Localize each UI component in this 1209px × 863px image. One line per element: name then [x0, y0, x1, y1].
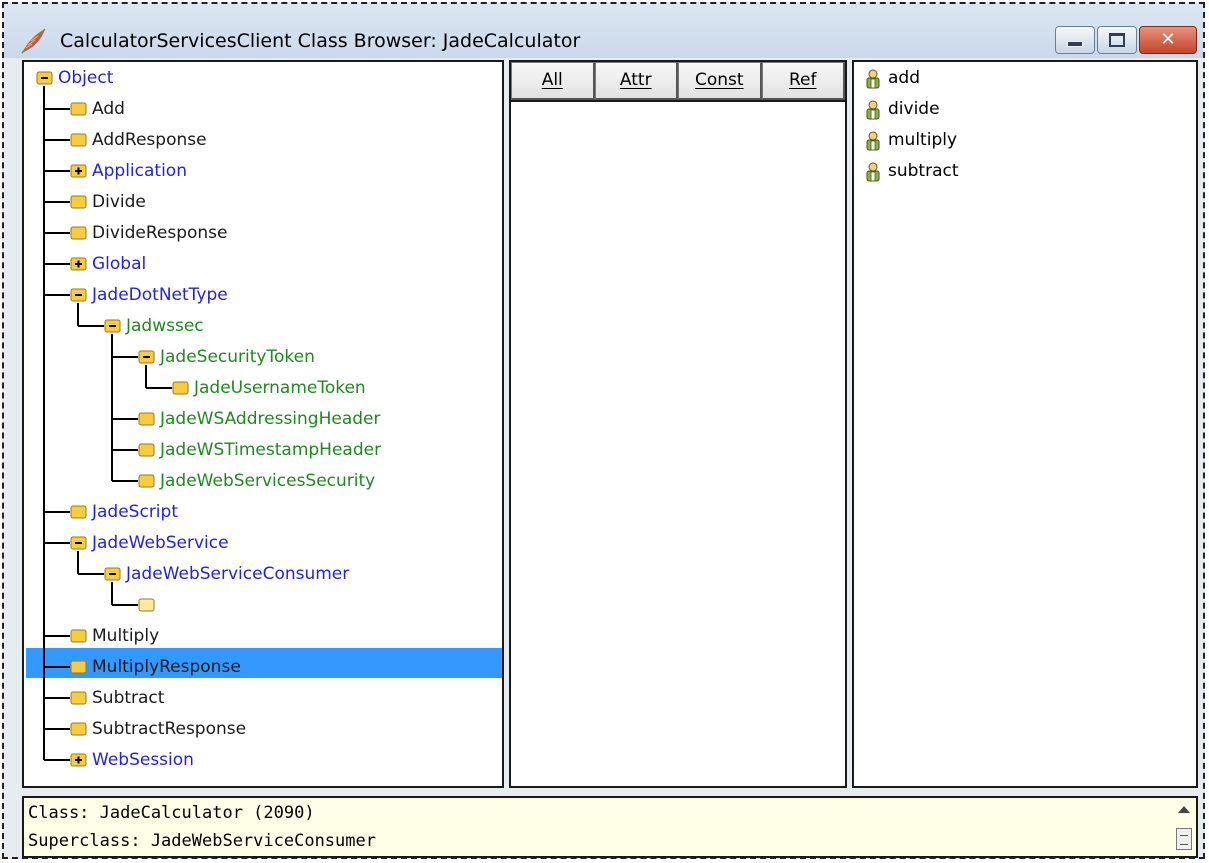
title-bar[interactable]: CalculatorServicesClient Class Browser: … [4, 4, 1203, 58]
tree-node-label: Global [92, 254, 147, 274]
class-browser-window: CalculatorServicesClient Class Browser: … [2, 2, 1205, 859]
method-item[interactable]: multiply [864, 125, 957, 156]
method-item[interactable]: divide [864, 94, 940, 125]
class-folder-icon [70, 660, 87, 674]
tree-node-label: Multiply [92, 626, 160, 646]
feature-list[interactable] [511, 100, 845, 786]
expand-plus-icon[interactable] [70, 753, 87, 767]
collapse-minus-icon[interactable] [104, 567, 121, 581]
class-folder-icon [70, 722, 87, 736]
tree-node-label: Add [92, 99, 125, 119]
feather-icon [21, 28, 46, 54]
tree-node-label: Application [92, 161, 187, 181]
method-person-icon [866, 69, 880, 88]
tree-node-label: JadeSecurityToken [160, 347, 315, 367]
feature-tabs: All Attr Const Ref [511, 62, 845, 100]
tree-node-label: JadeDotNetType [92, 285, 228, 305]
collapse-minus-icon[interactable] [104, 319, 121, 333]
expand-plus-icon[interactable] [70, 257, 87, 271]
collapse-minus-icon[interactable] [70, 536, 87, 550]
tree-node-label: Jadwssec [126, 316, 204, 336]
class-folder-icon [70, 226, 87, 240]
close-icon: ✕ [1160, 29, 1176, 50]
class-info-line: Class: JadeCalculator (2090) [28, 803, 315, 823]
method-person-icon [866, 131, 880, 150]
tree-node-label: JadeWSTimestampHeader [160, 440, 382, 460]
class-folder-icon [70, 691, 87, 705]
expand-plus-icon[interactable] [70, 164, 87, 178]
tree-node-label: WebSession [92, 750, 194, 770]
class-info-panel: Class: JadeCalculator (2090) Superclass:… [22, 796, 1198, 858]
tree-node-label: JadeCalculator [160, 595, 284, 615]
info-scrollbar[interactable] [1174, 798, 1196, 856]
class-folder-icon [70, 629, 87, 643]
tree-node-label: SubtractResponse [92, 719, 247, 739]
tree-node-label: JadeScript [92, 502, 178, 522]
tab-all[interactable]: All [511, 62, 595, 100]
scroll-up-icon[interactable] [1178, 806, 1190, 813]
class-folder-icon [70, 133, 87, 147]
maximize-icon [1109, 33, 1125, 47]
tree-node-label: Object [58, 68, 114, 88]
superclass-info-line: Superclass: JadeWebServiceConsumer [28, 831, 376, 851]
tree-node-label: JadeWebService [92, 533, 229, 553]
tree-node-label: JadeWebServiceConsumer [126, 564, 350, 584]
tab-attr[interactable]: Attr [594, 62, 678, 100]
collapse-minus-icon[interactable] [138, 350, 155, 364]
features-panel: All Attr Const Ref [509, 60, 847, 788]
tree-node-label: JadeWSAddressingHeader [160, 409, 381, 429]
window-title: CalculatorServicesClient Class Browser: … [60, 30, 581, 52]
class-folder-icon [70, 195, 87, 209]
tree-node-label: JadeUsernameToken [194, 378, 366, 398]
tree-node-label: Subtract [92, 688, 165, 708]
class-folder-icon [70, 102, 87, 116]
method-label: divide [888, 99, 940, 119]
collapse-minus-icon[interactable] [36, 71, 53, 85]
close-button[interactable]: ✕ [1139, 26, 1197, 54]
method-person-icon [866, 162, 880, 181]
tree-node-label: JadeWebServicesSecurity [160, 471, 376, 491]
method-person-icon [866, 100, 880, 119]
class-hierarchy-tree[interactable]: Object Add AddResponse Application Divide Div… [22, 60, 504, 788]
scroll-thumb[interactable] [1176, 828, 1192, 850]
class-folder-icon [172, 381, 189, 395]
class-folder-icon [138, 598, 155, 612]
method-item[interactable]: add [864, 63, 920, 94]
tab-const[interactable]: Const [678, 62, 762, 100]
tree-node-label: AddResponse [92, 130, 207, 150]
method-item[interactable]: subtract [864, 156, 959, 187]
minimize-button[interactable] [1055, 26, 1095, 54]
class-folder-icon [138, 474, 155, 488]
tree-node-label: Divide [92, 192, 146, 212]
tab-ref[interactable]: Ref [761, 62, 845, 100]
class-folder-icon [138, 412, 155, 426]
method-label: add [888, 68, 920, 88]
collapse-minus-icon[interactable] [70, 288, 87, 302]
method-label: multiply [888, 130, 958, 150]
tree-node-label: DivideResponse [92, 223, 228, 243]
class-folder-icon [70, 505, 87, 519]
tree-node-label: MultiplyResponse [92, 657, 241, 677]
class-folder-icon [138, 443, 155, 457]
minimize-icon [1067, 41, 1083, 47]
method-label: subtract [888, 161, 959, 181]
maximize-button[interactable] [1097, 26, 1137, 54]
methods-list[interactable]: add divide multiply subtract [852, 60, 1198, 788]
